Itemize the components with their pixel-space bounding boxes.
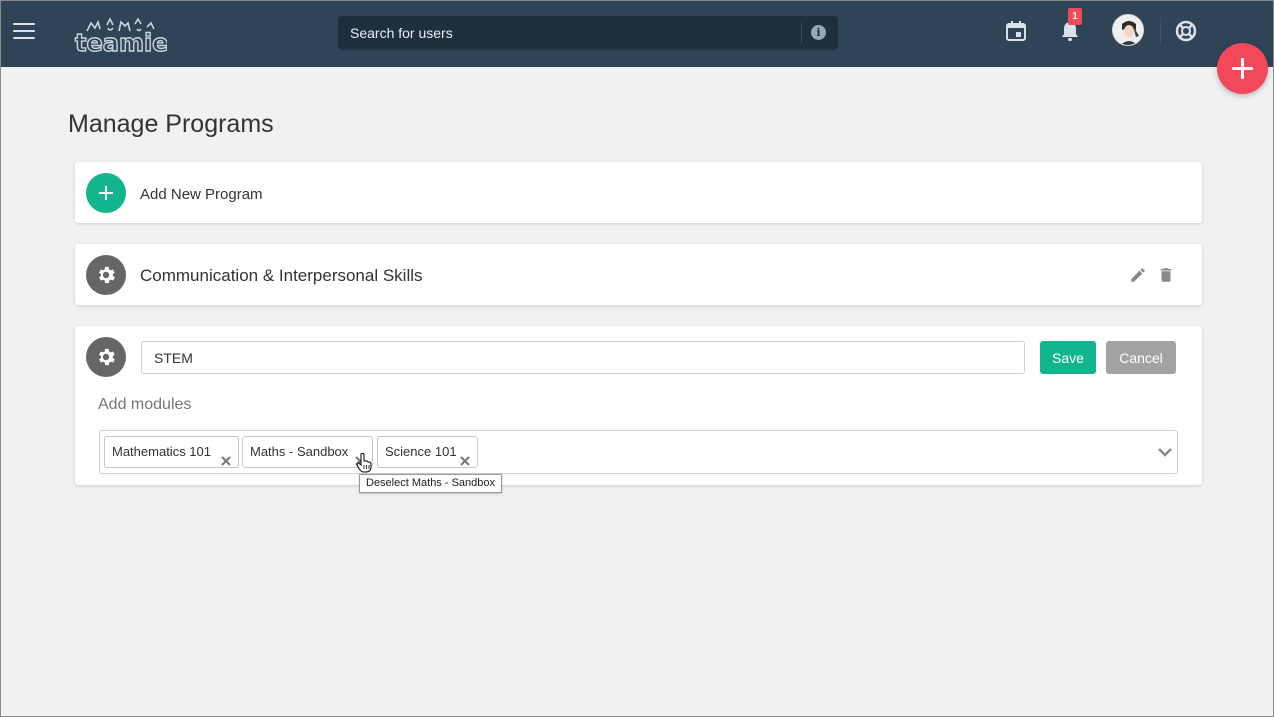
avatar[interactable] (1112, 14, 1144, 46)
logo-wordmark: teamie (75, 29, 167, 57)
create-plus-button[interactable] (1217, 43, 1268, 94)
trash-icon[interactable] (1157, 266, 1175, 284)
module-chip: Science 101 (377, 436, 478, 468)
module-chip-label: Mathematics 101 (112, 444, 211, 459)
user-search: i (338, 16, 838, 50)
cancel-button[interactable]: Cancel (1106, 341, 1176, 374)
teamie-logo[interactable]: teamie (71, 9, 169, 58)
pencil-icon[interactable] (1129, 266, 1147, 284)
info-icon[interactable]: i (811, 25, 826, 40)
module-chip-label: Science 101 (385, 444, 457, 459)
search-input[interactable] (338, 16, 800, 50)
hand-pointer-icon (356, 453, 372, 473)
program-row: Communication & Interpersonal Skills (75, 244, 1202, 305)
gear-icon[interactable] (86, 255, 126, 295)
search-divider (801, 23, 802, 43)
modules-multiselect[interactable]: Mathematics 101 Maths - Sandbox Science … (99, 430, 1178, 474)
add-circle-icon[interactable] (86, 173, 126, 213)
page-title: Manage Programs (68, 110, 274, 138)
save-button[interactable]: Save (1040, 341, 1096, 374)
top-navigation-bar: teamie i 1 (1, 1, 1273, 67)
module-chip-label: Maths - Sandbox (250, 444, 349, 459)
add-new-program-card[interactable]: Add New Program (75, 162, 1202, 223)
lifebuoy-icon[interactable] (1174, 19, 1198, 43)
module-chip: Mathematics 101 (104, 436, 239, 468)
toolbar-divider (1160, 17, 1161, 45)
close-icon[interactable] (221, 447, 231, 466)
tooltip: Deselect Maths - Sandbox (359, 474, 503, 493)
close-icon[interactable] (460, 447, 470, 466)
module-chip: Maths - Sandbox (242, 436, 373, 468)
hamburger-menu-icon[interactable] (13, 23, 35, 41)
program-name: Communication & Interpersonal Skills (140, 266, 423, 285)
program-name-input[interactable] (141, 341, 1025, 374)
calendar-icon[interactable] (1004, 19, 1028, 43)
chevron-down-icon[interactable] (1157, 445, 1173, 457)
program-editor-card: Save Cancel Add modules Mathematics 101 … (75, 326, 1202, 485)
gear-icon[interactable] (86, 337, 126, 377)
notification-count-badge: 1 (1068, 8, 1082, 25)
add-new-program-label: Add New Program (140, 186, 263, 203)
add-modules-label: Add modules (98, 396, 192, 413)
